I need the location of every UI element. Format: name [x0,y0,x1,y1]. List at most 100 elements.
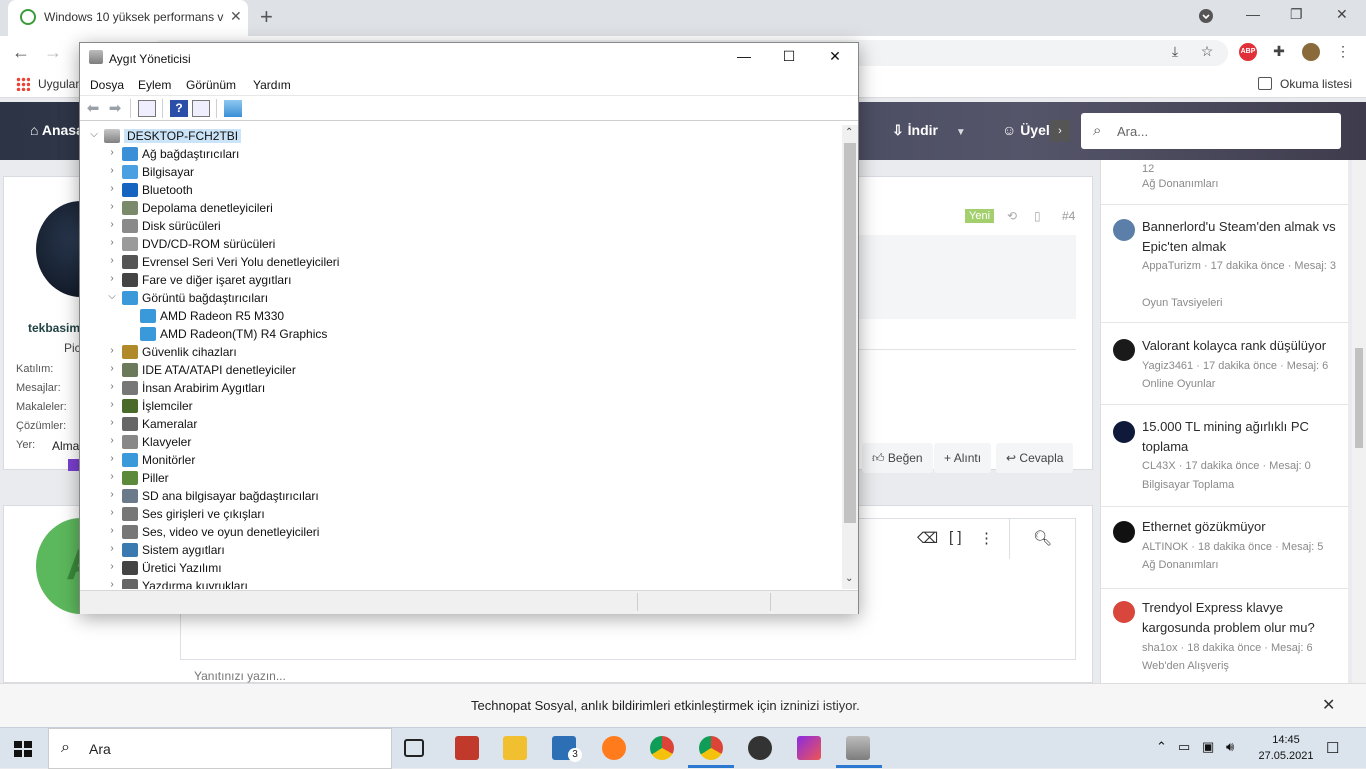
thread-author-avatar[interactable] [1113,219,1135,241]
site-search-input[interactable]: ⌕ Ara... [1081,113,1341,149]
file-explorer-icon[interactable] [503,736,527,760]
chevron-right-icon[interactable]: › [106,417,118,428]
thread-author-avatar[interactable] [1113,601,1135,623]
view-toggle-icon[interactable] [192,100,210,117]
thread-forum[interactable]: Bilgisayar Toplama [1142,479,1234,491]
chevron-right-icon[interactable]: › [106,507,118,518]
chevron-right-icon[interactable]: › [106,399,118,410]
battery-icon[interactable]: ▭ [1178,739,1190,755]
task-view-icon[interactable] [404,739,424,757]
bookmark-icon[interactable]: ▯ [1034,209,1041,223]
thread-forum[interactable]: Ağ Donanımları [1142,178,1218,190]
page-scrollbar-thumb[interactable] [1355,348,1363,448]
menu-file[interactable]: Dosya [90,78,124,92]
extensions-puzzle-icon[interactable]: ✚ [1270,43,1288,61]
chevron-right-icon[interactable]: › [106,363,118,374]
chevron-right-icon[interactable]: › [106,435,118,446]
network-icon[interactable]: ▣ [1202,739,1214,755]
thread-forum[interactable]: Oyun Tavsiyeleri [1142,297,1223,309]
help-icon[interactable]: ? [170,100,188,117]
thread-title[interactable]: Ethernet gözükmüyor [1142,517,1342,537]
restore-icon[interactable]: ❐ [1290,6,1303,23]
chevron-right-icon[interactable]: › [106,543,118,554]
thread-item[interactable]: 12 Ağ Donanımları [1101,160,1349,205]
forward-arrow-icon[interactable]: ➡ [106,100,124,117]
reading-list-link[interactable]: Okuma listesi [1280,77,1352,91]
browser-tab[interactable]: Windows 10 yüksek performans ve ✕ [8,0,248,36]
chevron-right-icon[interactable]: › [106,525,118,536]
chevron-right-icon[interactable]: › [106,381,118,392]
thread-forum[interactable]: Online Oyunlar [1142,378,1215,390]
chrome-active-icon[interactable] [699,736,723,760]
apps-grid-icon[interactable] [16,77,30,91]
forward-arrow-icon[interactable]: → [44,42,62,63]
adblock-plus-icon[interactable]: ABP [1239,43,1257,61]
more-options-icon[interactable]: ⋮ [979,529,994,547]
chrome-icon[interactable] [650,736,674,760]
chevron-right-icon[interactable]: › [106,579,118,589]
taskbar-clock[interactable]: 14:45 27.05.2021 [1258,732,1314,764]
preview-icon[interactable]: 🔍︎ [1033,529,1052,547]
scroll-down-icon[interactable]: ⌄ [845,573,853,584]
chevron-right-icon[interactable]: › [106,147,118,158]
share-icon[interactable]: ⟲ [1007,209,1017,223]
chevron-right-icon[interactable]: › [106,273,118,284]
chevron-right-icon[interactable]: › [106,183,118,194]
chevron-right-icon[interactable]: › [106,345,118,356]
chevron-down-icon[interactable]: ⌵ [106,291,118,302]
thread-item[interactable]: Ethernet gözükmüyor ALTINOK · 18 dakika … [1101,509,1349,589]
thread-item[interactable]: Trendyol Express klavye kargosunda probl… [1101,591,1349,683]
brackets-icon[interactable]: [ ] [949,529,962,546]
eraser-icon[interactable]: ⌫ [917,529,938,547]
thread-title[interactable]: Valorant kolayca rank düşülüyor [1142,336,1342,356]
profile-avatar[interactable] [1302,43,1320,61]
tree-scrollbar[interactable]: ⌃ ⌄ [842,125,858,589]
volume-icon[interactable]: 🔊︎ [1226,739,1234,755]
chevron-right-icon[interactable]: › [106,453,118,464]
tree-scrollbar-thumb[interactable] [844,143,856,523]
menu-action[interactable]: Eylem [138,78,171,92]
thread-title[interactable]: Trendyol Express klavye kargosunda probl… [1142,598,1342,638]
back-arrow-icon[interactable]: ⬅ [84,100,102,117]
thread-item[interactable]: Valorant kolayca rank düşülüyor Yagiz346… [1101,325,1349,405]
chevron-down-icon[interactable]: ⌵ [88,129,100,140]
close-window-icon[interactable]: ✕ [1336,6,1348,23]
thread-item[interactable]: 15.000 TL mining ağırlıklı PC toplama CL… [1101,407,1349,507]
chevron-right-icon[interactable]: › [106,489,118,500]
window-titlebar[interactable]: Aygıt Yöneticisi — ☐ ✕ [80,43,858,73]
minimize-icon[interactable]: — [722,48,766,70]
username[interactable]: tekbasim [28,321,80,335]
scroll-up-icon[interactable]: ⌃ [845,127,853,138]
thread-item[interactable]: Bannerlord'u Steam'den almak vs Epic'ten… [1101,207,1349,323]
taskbar-search-input[interactable]: ⌕ Ara [48,728,392,769]
thread-title[interactable]: Bannerlord'u Steam'den almak vs Epic'ten… [1142,217,1342,257]
maximize-icon[interactable]: ☐ [767,48,811,70]
chevron-right-icon[interactable]: › [106,165,118,176]
menu-view[interactable]: Görünüm [186,78,236,92]
firefox-icon[interactable] [602,736,626,760]
notifications-icon[interactable]: ☐ [1326,739,1339,757]
chevron-right-icon[interactable]: › [106,219,118,230]
reading-list-icon[interactable] [1258,77,1272,90]
chevron-right-icon[interactable]: › [106,255,118,266]
reply-button[interactable]: ↩ Cevapla [996,443,1074,473]
chevron-up-icon[interactable]: ⌃ [1156,739,1167,755]
notification-link[interactable]: izninizi istiyor. [780,698,859,713]
tab-close-icon[interactable]: ✕ [230,8,242,25]
settings-gear-icon[interactable] [748,736,772,760]
store-icon[interactable] [455,736,479,760]
thread-title[interactable]: 15.000 TL mining ağırlıklı PC toplama [1142,417,1342,457]
thread-author-avatar[interactable] [1113,521,1135,543]
bookmark-star-icon[interactable]: ☆ [1198,43,1216,61]
nav-download[interactable]: ⇩ İndir ▼ [892,122,966,139]
nav-scroll-right-icon[interactable]: › [1050,120,1070,142]
chevron-right-icon[interactable]: › [106,471,118,482]
minimize-icon[interactable]: — [1246,6,1260,22]
thread-author-avatar[interactable] [1113,339,1135,361]
device-manager-icon[interactable] [846,736,870,760]
post-number[interactable]: #4 [1062,209,1075,223]
properties-window-icon[interactable] [138,100,156,117]
thread-forum[interactable]: Web'den Alışveriş [1142,660,1229,672]
scan-hardware-icon[interactable] [224,100,242,117]
chevron-right-icon[interactable]: › [106,237,118,248]
